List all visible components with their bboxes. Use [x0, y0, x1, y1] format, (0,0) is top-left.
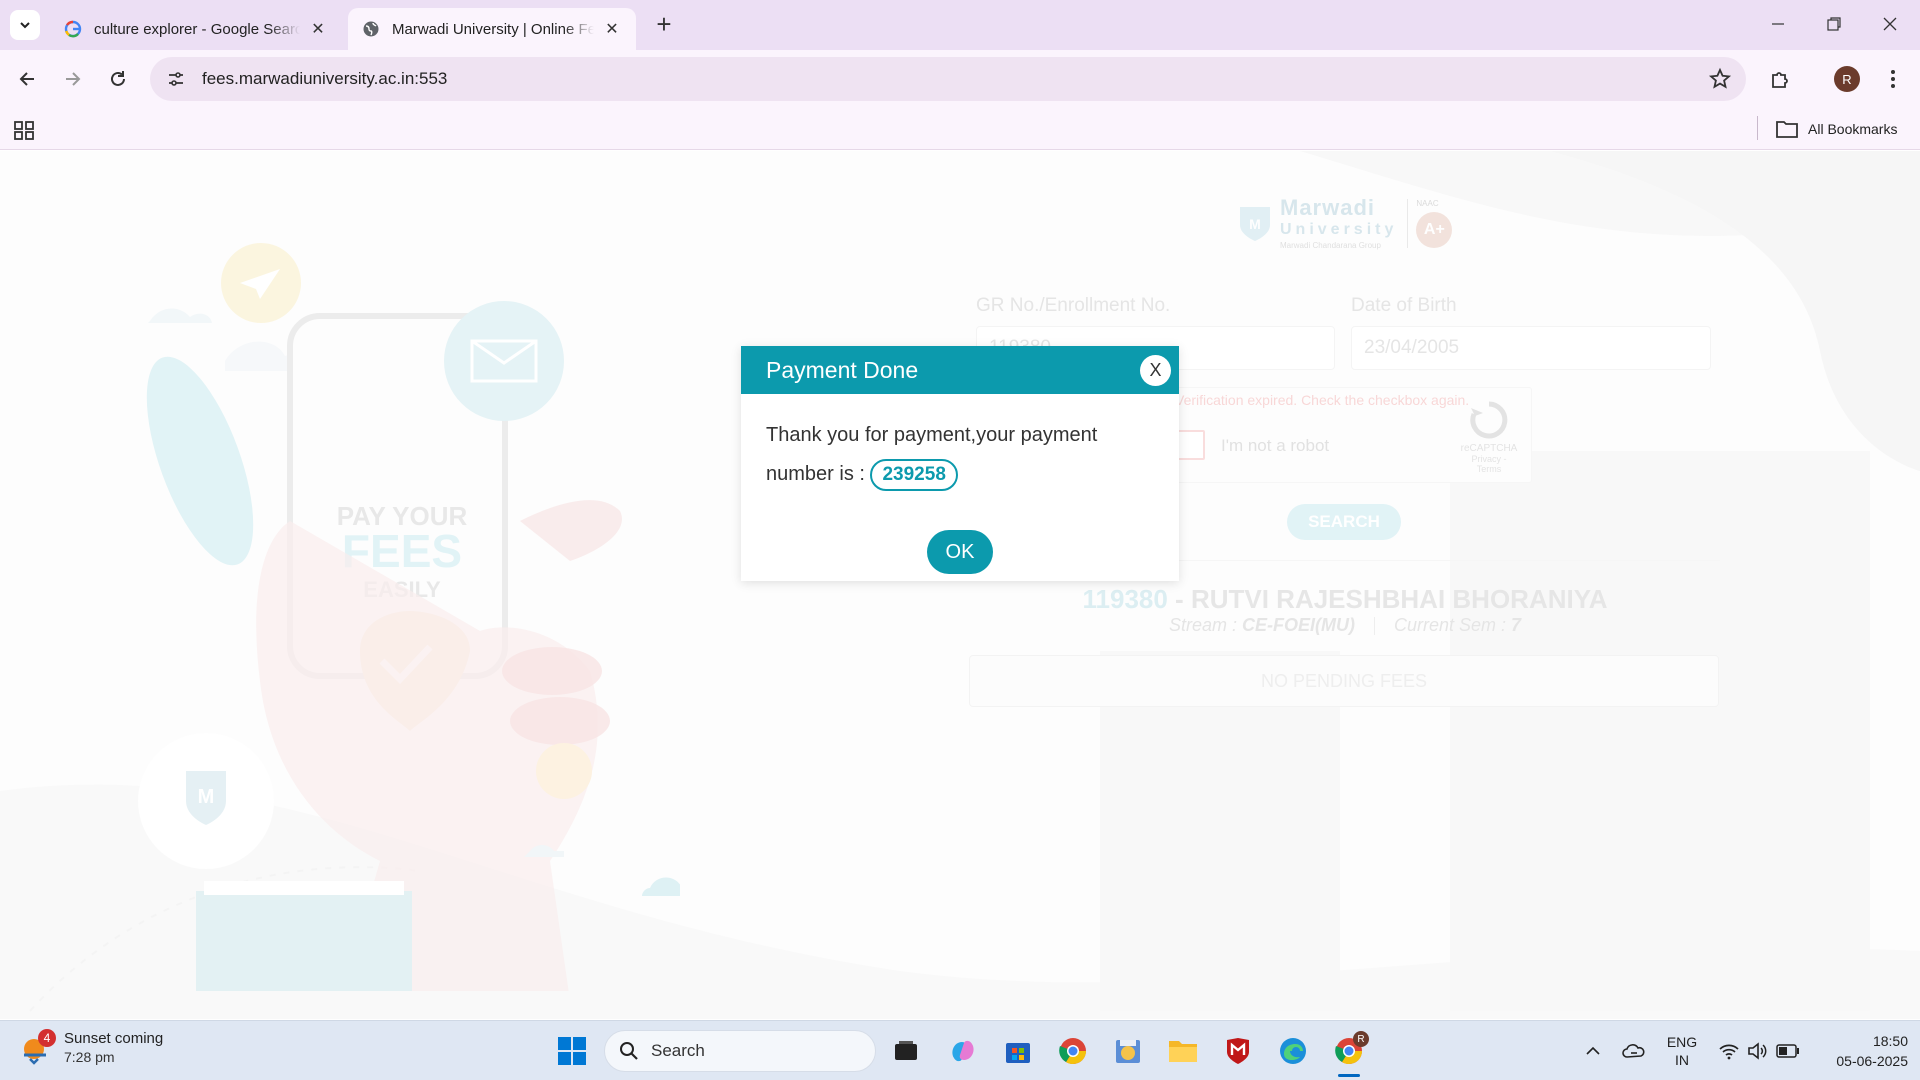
weather-badge: 4	[38, 1029, 56, 1047]
tab-google-search[interactable]: culture explorer - Google Search ✕	[50, 8, 342, 50]
reload-icon	[111, 71, 125, 86]
forward-arrow-icon	[66, 72, 81, 86]
volume-tray-button[interactable]	[1744, 1021, 1772, 1080]
all-bookmarks-label: All Bookmarks	[1808, 121, 1898, 137]
search-icon	[620, 1042, 638, 1060]
copilot-button[interactable]	[943, 1031, 983, 1071]
tab-strip: culture explorer - Google Search ✕ Marwa…	[0, 0, 1920, 50]
more-vert-icon	[1891, 70, 1895, 88]
browser-toolbar: fees.marwadiuniversity.ac.in:553 R	[0, 50, 1920, 108]
ok-button[interactable]: OK	[927, 530, 993, 574]
store-button[interactable]	[998, 1031, 1038, 1071]
tab-search-button[interactable]	[10, 10, 40, 40]
edge-button[interactable]	[1273, 1031, 1313, 1071]
windows-taskbar: 4 Sunset coming 7:28 pm Search R ENG IN …	[0, 1020, 1920, 1080]
onedrive-tray-button[interactable]	[1618, 1021, 1650, 1080]
photos-icon	[1116, 1040, 1140, 1063]
close-icon	[1883, 17, 1897, 31]
address-bar[interactable]: fees.marwadiuniversity.ac.in:553	[150, 57, 1746, 101]
chevron-up-icon	[1586, 1046, 1600, 1055]
active-app-indicator	[1338, 1074, 1360, 1077]
copilot-icon	[952, 1040, 974, 1062]
pictures-app-button[interactable]	[1108, 1031, 1148, 1071]
tab-close-button[interactable]: ✕	[308, 19, 328, 39]
back-button[interactable]	[10, 62, 44, 96]
chrome-icon	[1059, 1038, 1087, 1065]
modal-backdrop[interactable]	[0, 151, 1920, 1019]
google-icon	[64, 20, 82, 38]
new-tab-button[interactable]: +	[650, 9, 678, 39]
close-window-button[interactable]	[1862, 0, 1918, 48]
url-text: fees.marwadiuniversity.ac.in:553	[202, 69, 448, 88]
weather-title: Sunset coming	[64, 1030, 164, 1047]
restore-button[interactable]	[1806, 0, 1862, 48]
clock-time: 18:50	[1872, 1033, 1908, 1049]
avatar: R	[1834, 66, 1860, 92]
weather-widget[interactable]: 4 Sunset coming 7:28 pm	[20, 1029, 163, 1067]
modal-header: Payment Done X	[741, 346, 1179, 394]
mcafee-shield-icon	[1227, 1038, 1249, 1064]
apps-grid-icon[interactable]	[12, 118, 36, 142]
task-view-icon	[895, 1041, 917, 1060]
bookmarks-bar: All Bookmarks	[0, 108, 1920, 150]
payment-done-modal: Payment Done X Thank you for payment,you…	[741, 346, 1179, 581]
page-content: PAY YOUR FEES EASILY M M Marwadi Univers…	[0, 151, 1920, 1019]
message-line2: number is :	[766, 463, 871, 485]
folder-icon	[1169, 1041, 1197, 1062]
tab-marwadi-fees[interactable]: Marwadi University | Online Fees ✕	[348, 8, 636, 50]
start-button[interactable]	[552, 1031, 592, 1071]
globe-icon	[363, 21, 379, 37]
payment-number-badge: 239258	[870, 459, 958, 491]
restore-icon	[1827, 17, 1841, 31]
search-placeholder: Search	[651, 1041, 705, 1060]
weather-time: 7:28 pm	[64, 1049, 115, 1065]
folder-icon	[1776, 121, 1798, 138]
modal-message: Thank you for payment,your payment numbe…	[741, 394, 1179, 494]
chrome-taskbar-button[interactable]	[1053, 1031, 1093, 1071]
tab-close-button[interactable]: ✕	[602, 19, 622, 39]
chrome-profile-taskbar-button[interactable]: R	[1329, 1031, 1369, 1071]
clock-date: 05-06-2025	[1836, 1053, 1908, 1069]
forward-button[interactable]	[56, 62, 90, 96]
chrome-profile-badge: R	[1353, 1031, 1369, 1047]
edge-icon	[1280, 1038, 1306, 1064]
battery-tray-button[interactable]	[1774, 1021, 1802, 1080]
extensions-button[interactable]	[1763, 62, 1797, 96]
language-indicator[interactable]: ENG IN	[1660, 1021, 1704, 1080]
show-hidden-icons-button[interactable]	[1580, 1021, 1606, 1080]
windows-logo-icon	[558, 1037, 586, 1065]
back-arrow-icon	[19, 72, 34, 86]
lang-line1: ENG	[1666, 1034, 1698, 1050]
profile-button[interactable]: R	[1830, 62, 1864, 96]
lang-line2: IN	[1675, 1052, 1689, 1068]
task-view-button[interactable]	[886, 1031, 926, 1071]
taskbar-search[interactable]: Search	[604, 1030, 876, 1072]
all-bookmarks-button[interactable]: All Bookmarks	[1776, 116, 1897, 142]
reload-button[interactable]	[101, 62, 135, 96]
system-clock[interactable]: 18:50 05-06-2025	[1808, 1031, 1908, 1071]
sunset-icon: 4	[20, 1029, 56, 1065]
cloud-sync-icon	[1622, 1044, 1645, 1058]
message-line1: Thank you for payment,your payment	[766, 424, 1098, 446]
puzzle-icon	[1772, 72, 1788, 88]
bookmark-star-icon[interactable]	[1708, 67, 1732, 91]
speaker-icon	[1748, 1042, 1767, 1060]
modal-title: Payment Done	[766, 356, 919, 383]
mcafee-button[interactable]	[1218, 1031, 1258, 1071]
chevron-down-icon	[20, 22, 30, 29]
tab-title: culture explorer - Google Search	[94, 20, 300, 38]
modal-close-button[interactable]: X	[1140, 355, 1171, 386]
tab-title: Marwadi University | Online Fees	[392, 20, 594, 38]
minimize-button[interactable]	[1750, 0, 1806, 48]
wifi-tray-button[interactable]	[1714, 1021, 1744, 1080]
battery-icon	[1776, 1044, 1799, 1058]
file-explorer-button[interactable]	[1163, 1031, 1203, 1071]
menu-button[interactable]	[1876, 62, 1910, 96]
wifi-icon	[1719, 1044, 1739, 1060]
microsoft-store-icon	[1006, 1043, 1030, 1063]
site-settings-icon[interactable]	[164, 67, 188, 91]
minimize-icon	[1772, 23, 1784, 25]
bookmarks-divider	[1757, 116, 1758, 140]
